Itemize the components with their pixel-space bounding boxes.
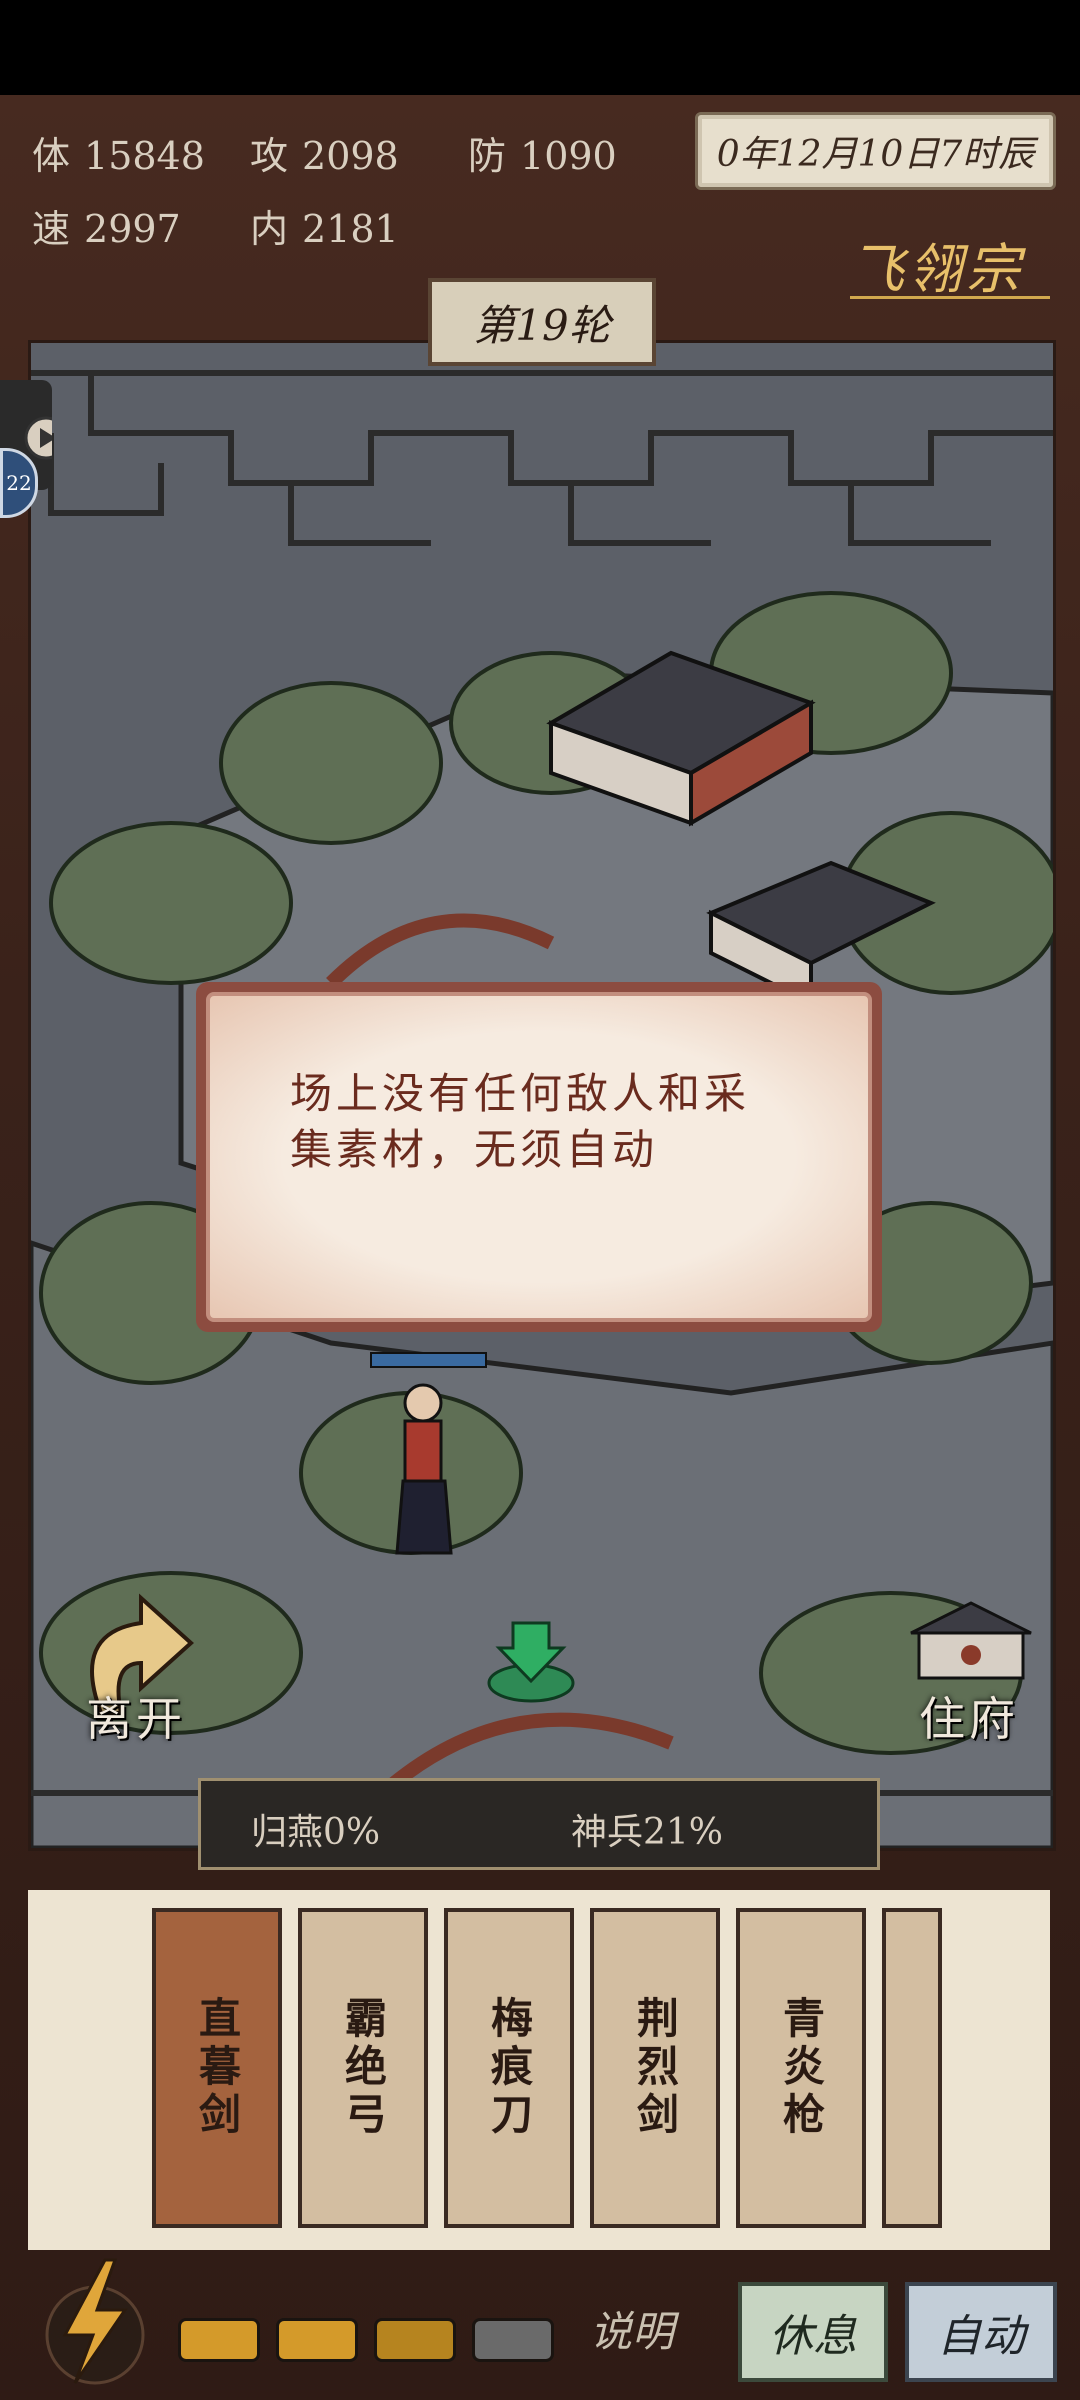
weapon-card-6-partial[interactable] [882,1908,942,2228]
weapon-card-2[interactable]: 霸绝弓 [298,1908,428,2228]
weapon-card-4[interactable]: 荆烈剑 [590,1908,720,2228]
stat-def-value: 1090 [520,134,617,178]
stat-inner: 内 2181 [250,198,399,253]
lightning-icon [45,2258,145,2385]
stat-inner-value: 2181 [302,207,399,251]
weapon-card-1[interactable]: 直暮剑 [152,1908,282,2228]
weapon-card-label: 霸绝弓 [338,1996,388,2140]
stat-atk-value: 2098 [302,134,399,178]
round-plaque: 第19轮 [428,278,656,366]
weapon-card-label: 青炎枪 [776,1996,826,2140]
energy-pip-3 [374,2318,456,2362]
notice-dialog[interactable]: 场上没有任何敌人和采集素材，无须自动 [196,982,882,1332]
stat-spd-value: 2997 [84,207,181,251]
weapon-card-label: 荆烈剑 [630,1996,680,2140]
dialog-message: 场上没有任何敌人和采集素材，无须自动 [206,992,872,1322]
leave-button[interactable]: 离开 [86,1683,186,1749]
energy-pip-1 [178,2318,260,2362]
guiyan-progress: 归燕0% [251,1812,381,1853]
stat-def: 防 1090 [468,125,617,180]
weapon-card-label: 梅痕刀 [484,1996,534,2140]
sect-name: 飞翎宗 [850,238,1024,301]
shenbing-progress: 神兵21% [571,1812,724,1853]
stat-hp: 体 15848 [32,125,205,180]
weapon-card-tray: 直暮剑 霸绝弓 梅痕刀 荆烈剑 青炎枪 [28,1890,1050,2250]
weapon-card-3[interactable]: 梅痕刀 [444,1908,574,2228]
stat-atk-label: 攻 [250,134,289,178]
energy-pip-4 [472,2318,554,2362]
stat-def-label: 防 [468,134,507,178]
progress-panel: 归燕0% 神兵21% [198,1778,880,1870]
stat-inner-label: 内 [250,207,289,251]
explain-button[interactable]: 说明 [590,2298,674,2359]
sect-underline [850,296,1050,299]
auto-button[interactable]: 自动 [905,2282,1057,2382]
weapon-card-label: 直暮剑 [192,1996,242,2140]
energy-pip-2 [276,2318,358,2362]
stat-hp-value: 15848 [84,134,205,178]
stat-spd-label: 速 [32,207,71,251]
rest-button[interactable]: 休息 [738,2282,888,2382]
stat-spd: 速 2997 [32,198,181,253]
stat-atk: 攻 2098 [250,125,399,180]
top-status-bar [0,0,1080,95]
home-button[interactable]: 住府 [919,1683,1019,1749]
weapon-card-5[interactable]: 青炎枪 [736,1908,866,2228]
date-plaque: 0年12月10日7时辰 [695,112,1056,190]
stat-hp-label: 体 [32,134,71,178]
